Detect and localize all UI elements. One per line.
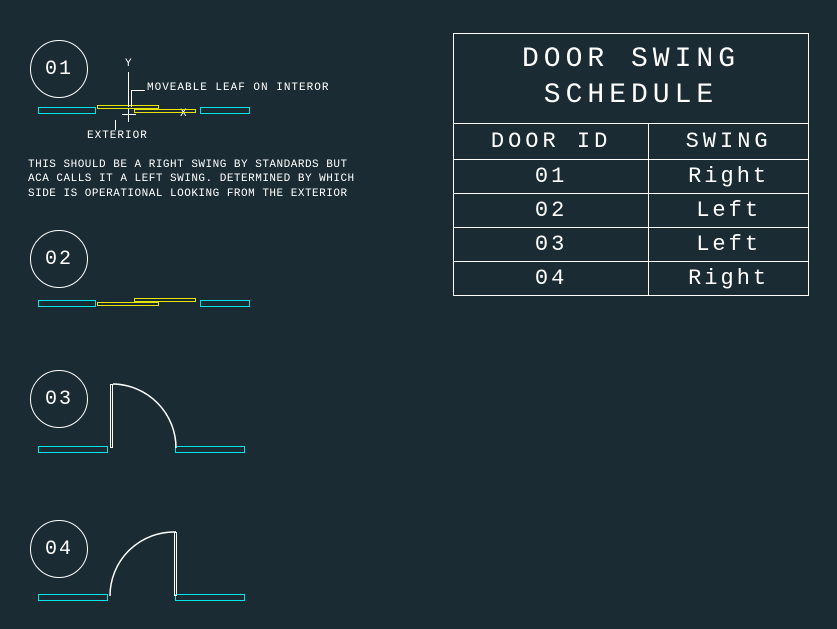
table-row: 04 Right (454, 261, 809, 295)
slide-panel (134, 298, 196, 302)
slide-panel (97, 302, 159, 306)
door-tag-02: 02 (30, 230, 88, 288)
cell-door-id: 04 (454, 261, 649, 295)
leader-line (131, 90, 145, 91)
header-door-id: DOOR ID (454, 123, 649, 159)
wall-segment (200, 107, 250, 114)
wall-segment (200, 300, 250, 307)
wall-segment (175, 594, 245, 601)
leader-line (128, 72, 129, 107)
table-row: 03 Left (454, 227, 809, 261)
swing-arc-icon (108, 530, 180, 600)
cell-swing: Left (649, 193, 809, 227)
cell-door-id: 03 (454, 227, 649, 261)
door-02-diagram: 02 (30, 230, 88, 288)
cell-swing: Right (649, 159, 809, 193)
leader-line (115, 120, 116, 130)
wall-segment (175, 446, 245, 453)
door-id-02: 02 (45, 248, 73, 271)
exterior-label: EXTERIOR (87, 130, 148, 142)
wall-segment (38, 107, 96, 114)
door-01-note: THIS SHOULD BE A RIGHT SWING BY STANDARD… (28, 158, 368, 201)
table-row: 02 Left (454, 193, 809, 227)
door-id-01: 01 (45, 58, 73, 81)
leader-line (131, 90, 132, 107)
door-tag-01: 01 (30, 40, 88, 98)
door-swing-schedule-table: DOOR SWING SCHEDULE DOOR ID SWING 01 Rig… (453, 33, 809, 296)
wall-segment (38, 594, 108, 601)
door-01-diagram: 01 Y X MOVEABLE LEAF ON INTEROR EXTERIOR (30, 40, 88, 98)
door-id-03: 03 (45, 388, 73, 411)
wall-segment (38, 446, 108, 453)
door-id-04: 04 (45, 538, 73, 561)
swing-arc-icon (110, 382, 180, 452)
cell-door-id: 01 (454, 159, 649, 193)
cell-swing: Right (649, 261, 809, 295)
schedule-title: DOOR SWING SCHEDULE (454, 34, 809, 124)
cell-door-id: 02 (454, 193, 649, 227)
door-tag-03: 03 (30, 370, 88, 428)
slide-panel (134, 109, 196, 113)
table-row: 01 Right (454, 159, 809, 193)
header-swing: SWING (649, 123, 809, 159)
door-tag-04: 04 (30, 520, 88, 578)
y-axis-label: Y (125, 58, 132, 70)
moveable-leaf-label: MOVEABLE LEAF ON INTEROR (147, 82, 329, 94)
wall-segment (38, 300, 96, 307)
door-03-diagram: 03 (30, 370, 88, 428)
cell-swing: Left (649, 227, 809, 261)
door-04-diagram: 04 (30, 520, 88, 578)
